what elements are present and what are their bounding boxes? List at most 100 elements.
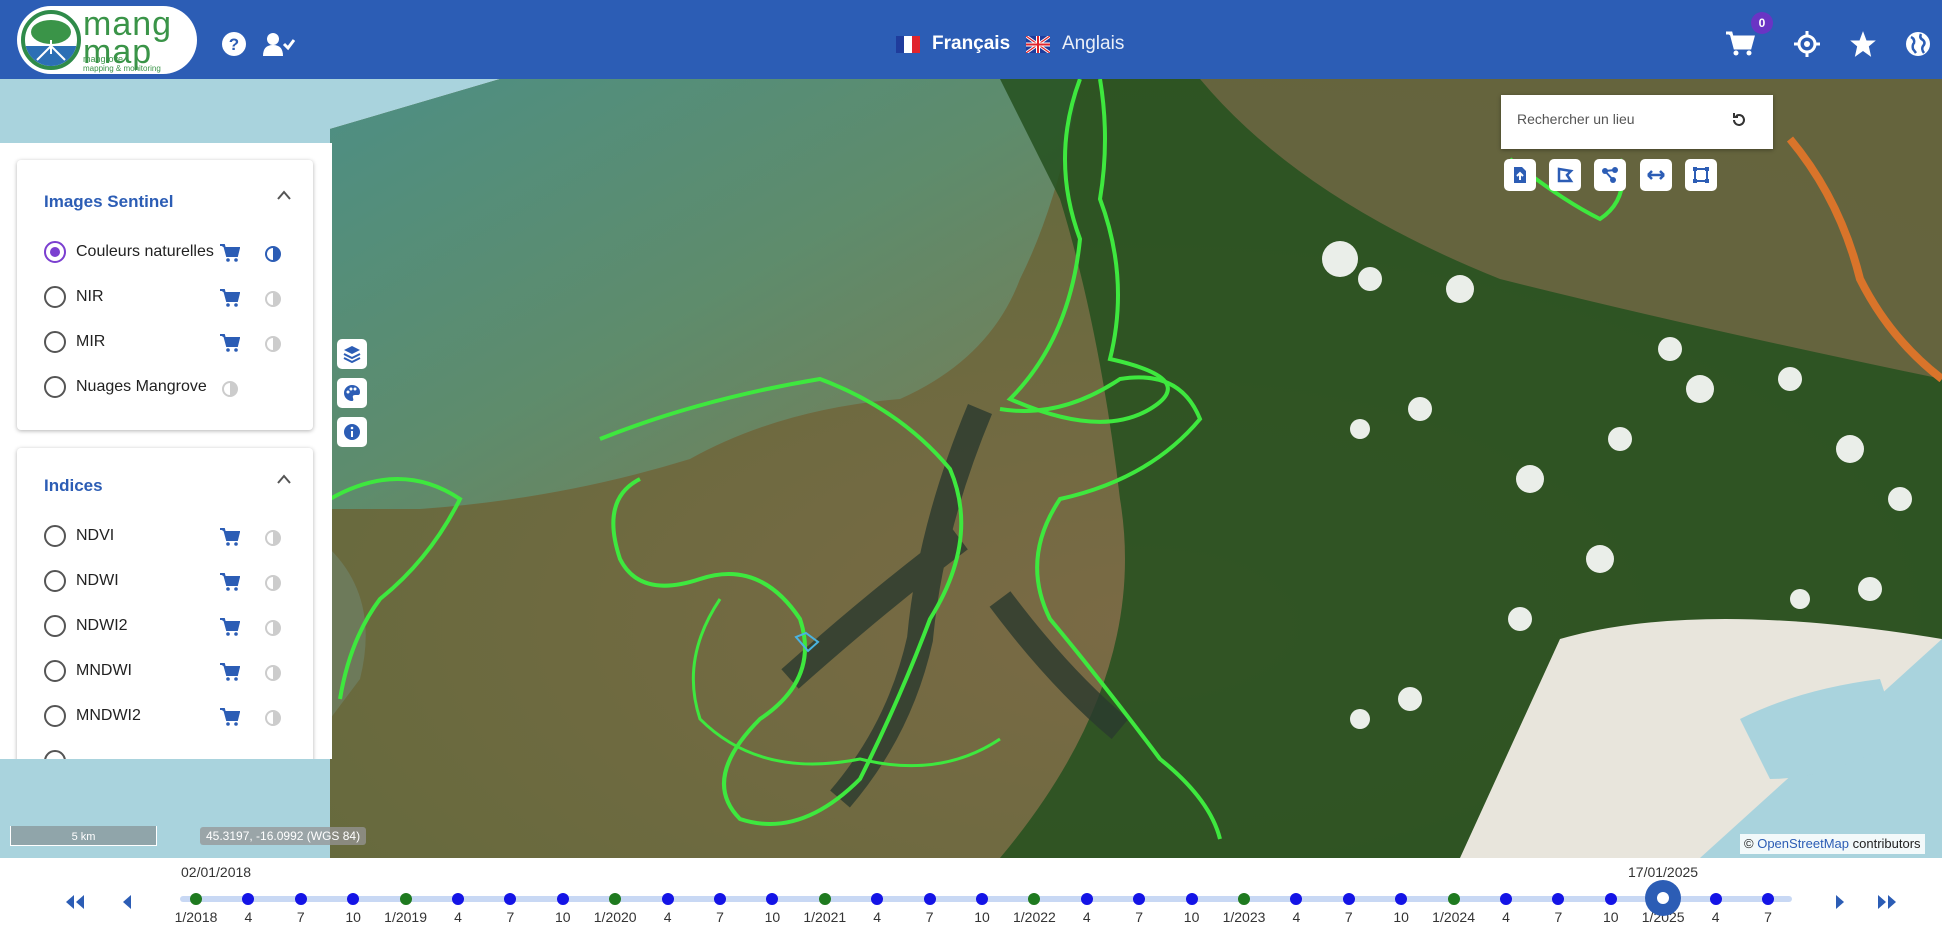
timeline-slider-thumb[interactable] <box>1645 880 1682 916</box>
cart-icon[interactable] <box>220 707 240 727</box>
place-search-input[interactable] <box>1517 107 1727 131</box>
favorites-star-icon[interactable] <box>1849 30 1877 58</box>
timeline-date-dot[interactable] <box>1552 893 1565 905</box>
timeline-date-dot[interactable] <box>1709 893 1722 905</box>
timeline-date-dot[interactable] <box>1185 893 1198 905</box>
layer-option-mndwi[interactable]: MNDWI <box>44 658 132 684</box>
draw-polygon-button[interactable] <box>1549 159 1581 191</box>
timeline-date-dot[interactable] <box>609 893 622 905</box>
contrast-icon[interactable] <box>265 710 281 726</box>
jump-start-button[interactable] <box>63 892 87 912</box>
next-date-button[interactable] <box>1828 892 1852 912</box>
timeline-date-dot[interactable] <box>818 893 831 905</box>
layer-option-ndvi[interactable]: NDVI <box>44 523 114 549</box>
contrast-icon[interactable] <box>265 620 281 636</box>
timeline-date-dot[interactable] <box>1133 893 1146 905</box>
timeline-date-dot[interactable] <box>190 893 202 905</box>
timeline-date-dot[interactable] <box>242 893 255 905</box>
contrast-icon[interactable] <box>265 246 281 262</box>
contrast-icon[interactable] <box>265 291 281 307</box>
chevron-up-icon[interactable] <box>277 184 291 205</box>
radio-button[interactable] <box>44 705 66 727</box>
user-check-icon[interactable] <box>262 30 296 58</box>
timeline-tick-label: 4 <box>1292 909 1301 925</box>
cart-icon[interactable] <box>220 243 240 263</box>
timeline-date-dot[interactable] <box>1238 893 1250 905</box>
timeline-date-dot[interactable] <box>1604 893 1617 905</box>
timeline-date-dot[interactable] <box>1028 893 1041 905</box>
upload-shape-button[interactable] <box>1504 159 1536 191</box>
contrast-icon[interactable] <box>265 665 281 681</box>
locate-icon[interactable] <box>1793 30 1821 58</box>
reset-icon[interactable] <box>1731 112 1747 133</box>
layer-option-partial[interactable] <box>44 748 76 759</box>
info-button[interactable] <box>337 417 367 447</box>
layers-button[interactable] <box>337 339 367 369</box>
cart-icon[interactable] <box>1724 30 1756 58</box>
measure-button[interactable] <box>1640 159 1672 191</box>
globe-icon[interactable] <box>1904 30 1932 58</box>
timeline-date-dot[interactable] <box>1395 893 1408 905</box>
timeline-date-dot[interactable] <box>871 893 884 905</box>
radio-button[interactable] <box>44 331 66 353</box>
timeline-tick-label: 7 <box>716 909 724 925</box>
timeline-tick-label: 1/2018 <box>174 909 218 925</box>
help-icon[interactable]: ? <box>220 30 248 58</box>
radio-button[interactable] <box>44 286 66 308</box>
timeline-date-dot[interactable] <box>1447 893 1460 905</box>
chevron-up-icon[interactable] <box>277 468 291 489</box>
draw-network-button[interactable] <box>1594 159 1626 191</box>
layer-option-mndwi2[interactable]: MNDWI2 <box>44 703 141 729</box>
draw-rectangle-button[interactable] <box>1685 159 1717 191</box>
layer-option-ndwi2[interactable]: NDWI2 <box>44 613 128 639</box>
radio-button[interactable] <box>44 570 66 592</box>
timeline-date-dot[interactable] <box>1080 893 1093 905</box>
radio-button[interactable] <box>44 241 66 263</box>
cart-icon[interactable] <box>220 617 240 637</box>
timeline-date-dot[interactable] <box>923 893 936 905</box>
lang-english-option[interactable]: Anglais <box>1025 30 1124 58</box>
timeline-tick-label: 7 <box>1344 909 1353 925</box>
timeline-date-dot[interactable] <box>1762 893 1774 905</box>
radio-button[interactable] <box>44 525 66 547</box>
radio-button[interactable] <box>44 660 66 682</box>
timeline-date-dot[interactable] <box>714 893 726 905</box>
timeline-date-dot[interactable] <box>399 893 412 905</box>
lang-french-option[interactable]: Français <box>896 30 1010 58</box>
cart-icon[interactable] <box>220 333 240 353</box>
layer-option-nuages-mangrove[interactable]: Nuages Mangrove <box>44 374 207 400</box>
timeline-date-dot[interactable] <box>452 893 464 905</box>
mangmap-logo[interactable]: mang map mangrove mapping & monitoring <box>17 6 197 74</box>
timeline-date-dot[interactable] <box>1500 893 1512 905</box>
previous-date-button[interactable] <box>115 892 139 912</box>
cart-icon[interactable] <box>220 572 240 592</box>
timeline-date-dot[interactable] <box>347 893 360 905</box>
cart-icon[interactable] <box>220 288 240 308</box>
layer-option-nir[interactable]: NIR <box>44 284 104 310</box>
timeline-date-dot[interactable] <box>504 893 517 905</box>
cart-icon[interactable] <box>220 527 240 547</box>
contrast-icon[interactable] <box>265 530 281 546</box>
layer-option-ndwi[interactable]: NDWI <box>44 568 119 594</box>
timeline-date-dot[interactable] <box>556 893 569 905</box>
timeline-date-dot[interactable] <box>766 893 779 905</box>
contrast-icon[interactable] <box>265 336 281 352</box>
jump-end-button[interactable] <box>1875 892 1899 912</box>
openstreetmap-link[interactable]: OpenStreetMap <box>1757 836 1849 851</box>
layer-option-couleurs-naturelles[interactable]: Couleurs naturelles <box>44 239 214 265</box>
timeline-date-dot[interactable] <box>1342 893 1355 905</box>
palette-button[interactable] <box>337 378 367 408</box>
radio-button[interactable] <box>44 615 66 637</box>
layer-option-label: MNDWI2 <box>76 707 141 724</box>
layer-option-mir[interactable]: MIR <box>44 329 105 355</box>
timeline-date-dot[interactable] <box>661 893 674 905</box>
contrast-icon[interactable] <box>222 381 238 397</box>
radio-button[interactable] <box>44 376 66 398</box>
radio-button[interactable] <box>44 750 66 759</box>
timeline-date-dot[interactable] <box>294 893 307 905</box>
timeline-tick-label: 7 <box>925 909 934 925</box>
timeline-date-dot[interactable] <box>976 893 988 905</box>
contrast-icon[interactable] <box>265 575 281 591</box>
cart-icon[interactable] <box>220 662 240 682</box>
timeline-date-dot[interactable] <box>1290 893 1303 905</box>
